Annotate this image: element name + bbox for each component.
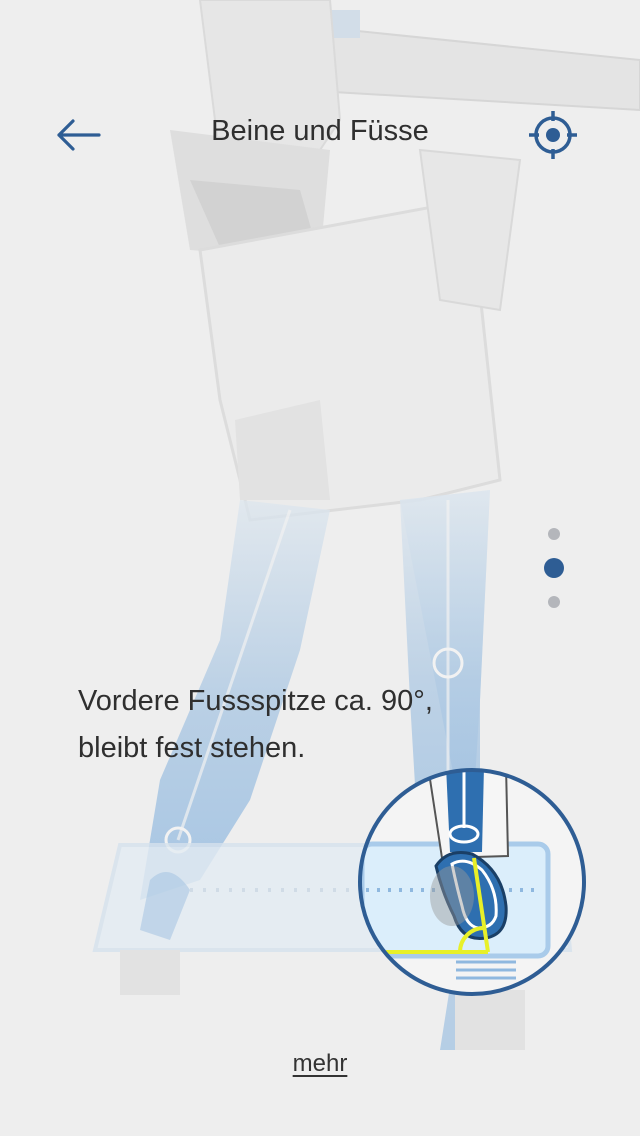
foot-detail-illustration xyxy=(358,768,586,996)
instruction-line: bleibt fest stehen. xyxy=(78,732,306,764)
page-title: Beine und Füsse xyxy=(211,115,429,147)
page-dot[interactable] xyxy=(548,528,560,540)
crosshair-target-icon xyxy=(529,111,577,159)
page-dot[interactable] xyxy=(548,596,560,608)
more-link[interactable]: mehr xyxy=(0,1050,640,1078)
instruction-line: Vordere Fussspitze ca. 90°, xyxy=(78,685,433,717)
arrow-left-icon xyxy=(57,119,101,151)
back-button[interactable] xyxy=(48,105,108,165)
target-button[interactable] xyxy=(522,105,584,165)
page-dot-active[interactable] xyxy=(544,558,564,578)
instruction-text: Vordere Fussspitze ca. 90°, bleibt fest … xyxy=(78,678,518,772)
page-indicator xyxy=(540,526,568,612)
top-bar: Beine und Füsse xyxy=(0,95,640,175)
